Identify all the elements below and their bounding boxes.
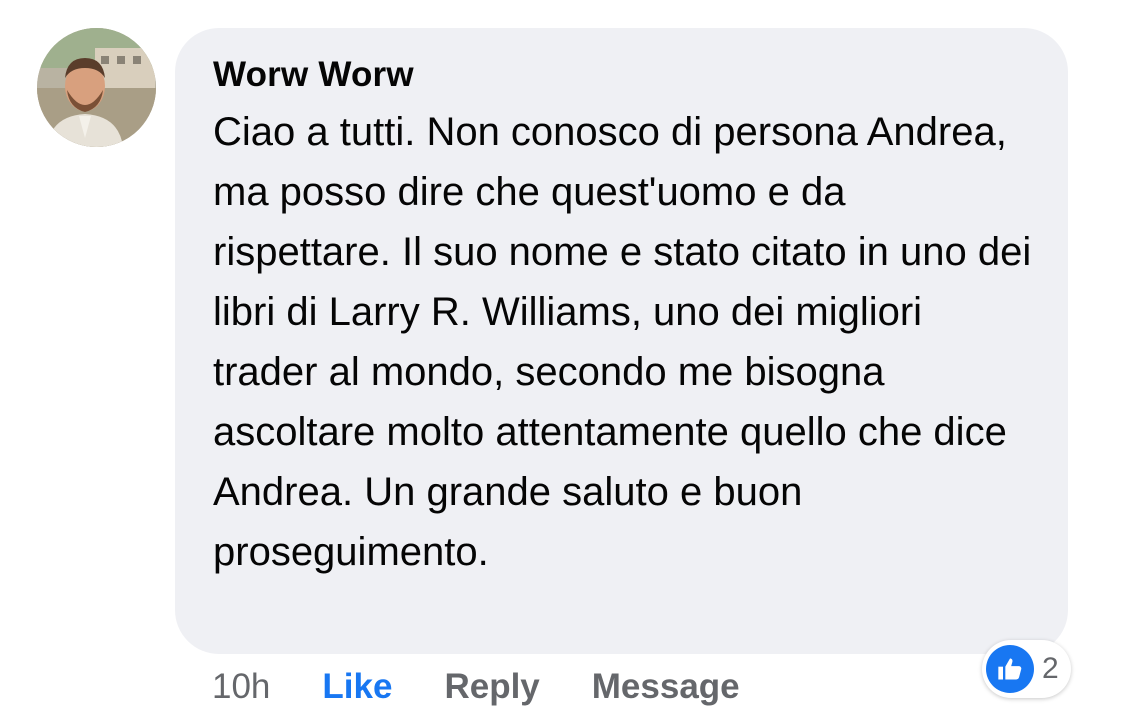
timestamp[interactable]: 10h — [212, 667, 270, 707]
reaction-summary[interactable]: 2 — [982, 640, 1071, 698]
comment-bubble: Worw Worw Ciao a tutti. Non conosco di p… — [175, 28, 1068, 654]
reply-button[interactable]: Reply — [444, 667, 539, 707]
reaction-count: 2 — [1042, 652, 1059, 685]
author-name[interactable]: Worw Worw — [213, 54, 1038, 96]
avatar[interactable] — [37, 28, 156, 147]
profile-photo — [37, 28, 156, 147]
comment-text: Ciao a tutti. Non conosco di persona And… — [213, 110, 1032, 574]
message-button[interactable]: Message — [592, 667, 740, 707]
comment-actions: 10h Like Reply Message — [212, 662, 792, 712]
thumbs-up-icon — [986, 645, 1034, 693]
comment: Worw Worw Ciao a tutti. Non conosco di p… — [0, 0, 1125, 727]
like-button[interactable]: Like — [322, 667, 392, 707]
